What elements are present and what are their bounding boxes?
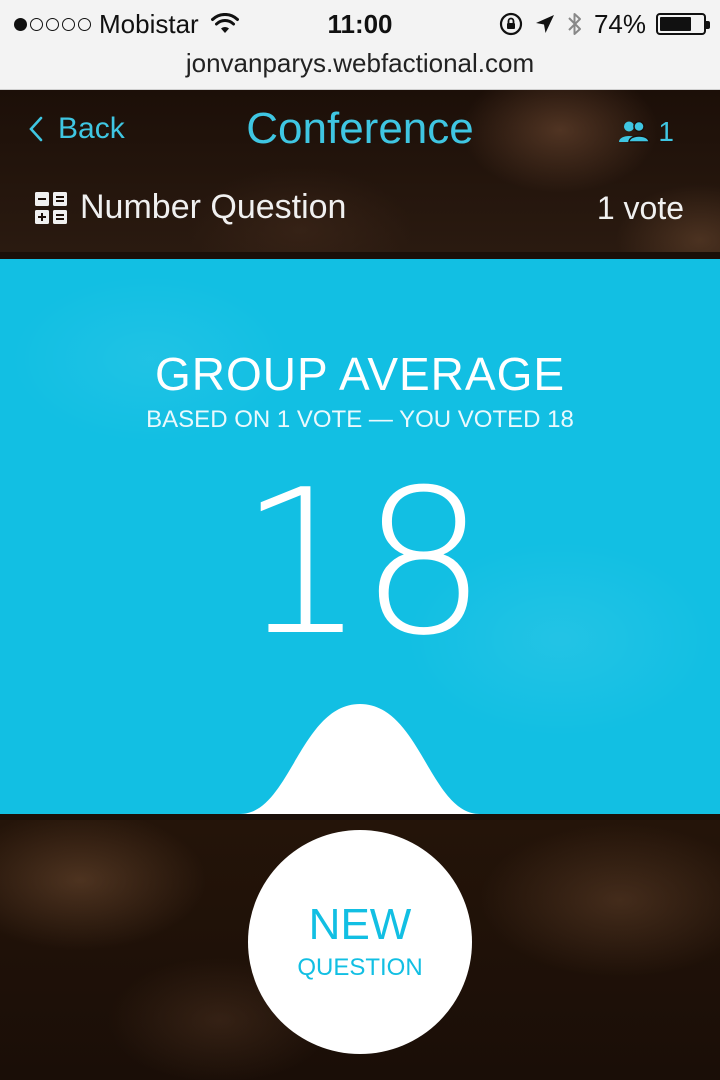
orientation-lock-icon: [499, 12, 523, 36]
question-type-label: Number Question: [80, 188, 347, 226]
battery-percent: 74%: [593, 8, 646, 39]
status-left: Mobistar: [14, 9, 239, 39]
new-question-label-line1: NEW: [308, 900, 412, 949]
users-icon: [619, 120, 651, 143]
result-panel: GROUP AVERAGE BASED ON 1 VOTE — YOU VOTE…: [0, 259, 720, 814]
participants-count: 1: [658, 116, 674, 147]
new-question-button[interactable]: NEW QUESTION: [248, 830, 472, 1054]
vote-summary: BASED ON 1 VOTE — YOU VOTED 18: [146, 406, 574, 433]
new-question-label-line2: QUESTION: [297, 954, 423, 981]
distribution-curve: [0, 704, 720, 814]
app-header: Back Conference 1 Number Question 1 vote: [0, 90, 720, 252]
signal-dot: [30, 17, 43, 31]
status-bar: Mobistar 11:00 74%: [0, 0, 720, 48]
bluetooth-icon: [568, 13, 581, 35]
group-average-heading: GROUP AVERAGE: [154, 348, 566, 400]
url-bar[interactable]: jonvanparys.webfactional.com: [0, 48, 720, 90]
battery-icon: [656, 13, 710, 35]
chevron-left-icon: [29, 116, 43, 142]
signal-dot: [62, 17, 75, 31]
back-label: Back: [58, 112, 125, 145]
status-right: 74%: [498, 8, 710, 39]
carrier-name: Mobistar: [99, 8, 199, 39]
calculator-icon: [35, 191, 67, 224]
wifi-icon: [210, 13, 239, 33]
signal-dot: [78, 17, 91, 31]
location-arrow-icon: [535, 15, 554, 33]
vote-count: 1 vote: [596, 190, 684, 226]
battery-level: [660, 17, 692, 31]
question-type: Number Question: [34, 188, 346, 227]
average-value: 18: [238, 447, 488, 680]
signal-dot: [14, 17, 27, 31]
signal-dot: [46, 17, 59, 31]
participants-button[interactable]: 1: [618, 116, 674, 148]
back-button[interactable]: Back: [28, 112, 125, 146]
signal-strength-icon: [14, 17, 91, 31]
bottom-area: NEW QUESTION: [0, 820, 720, 1080]
